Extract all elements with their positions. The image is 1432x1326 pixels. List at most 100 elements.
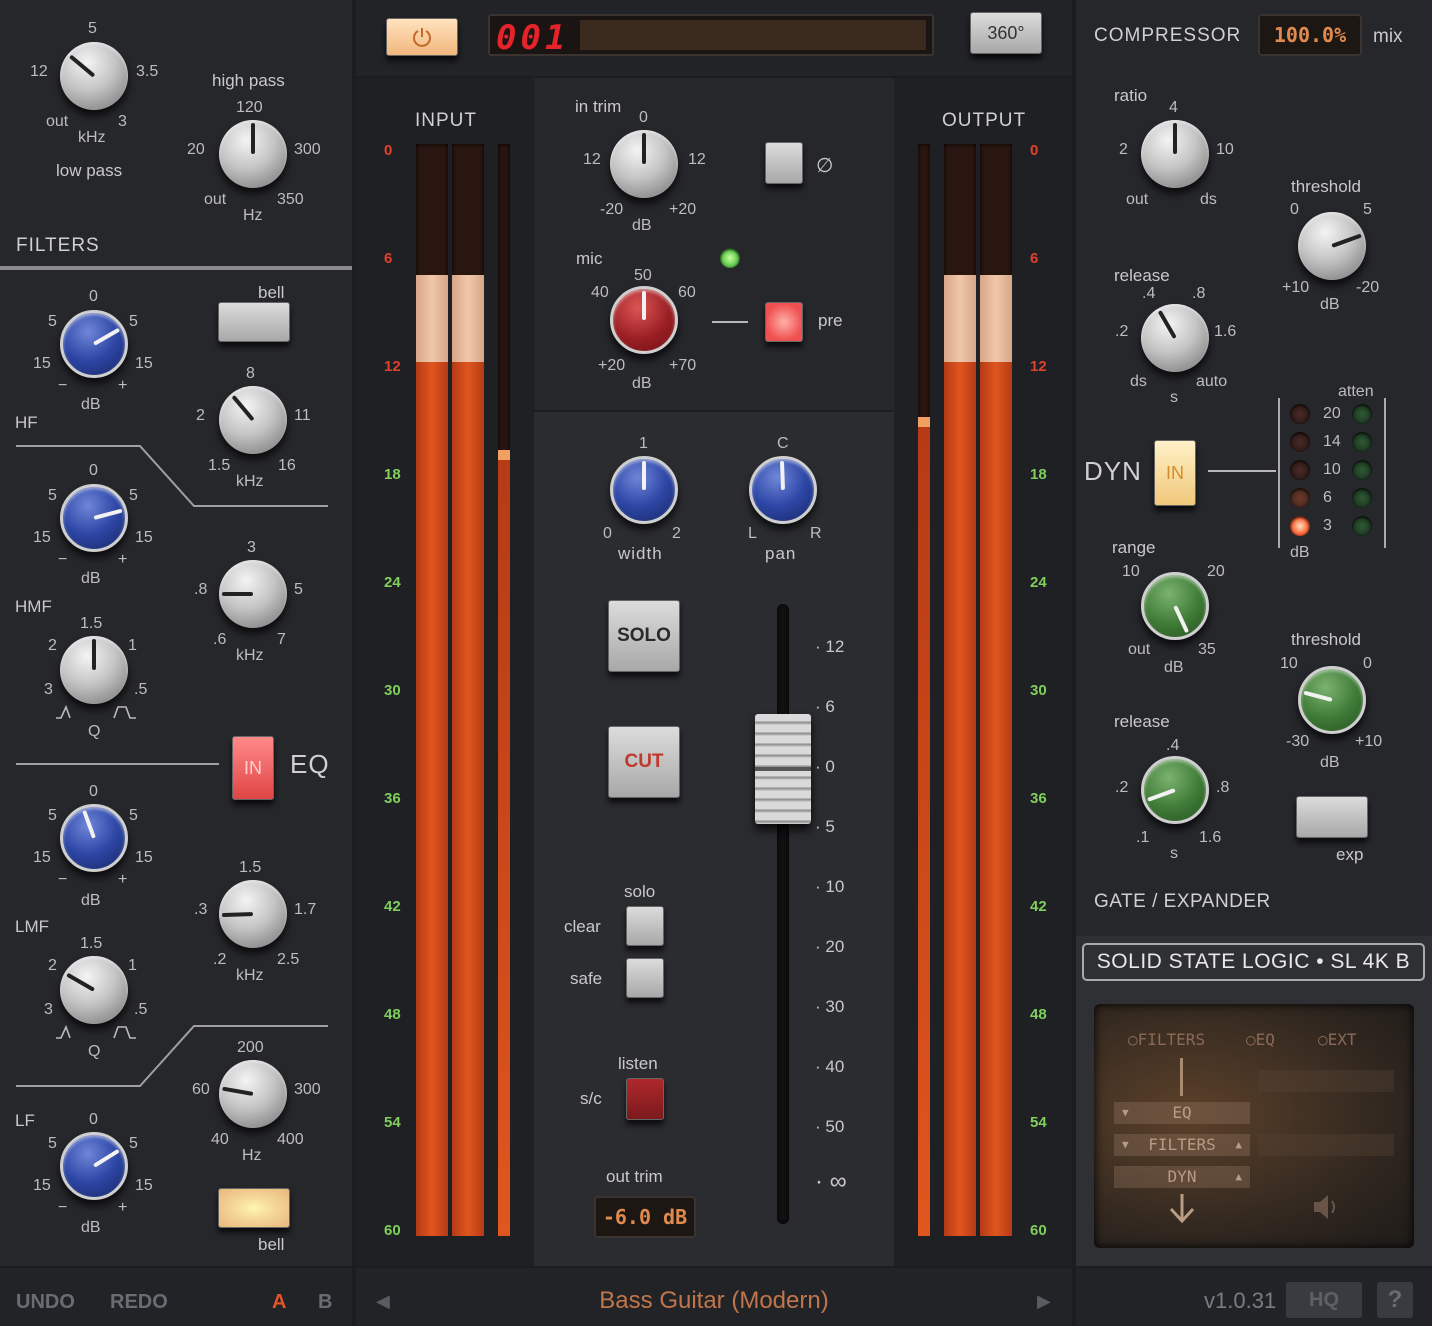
sidechain-listen-button[interactable] xyxy=(626,1078,664,1120)
routing-chain-filters[interactable]: ▼ FILTERS ▲ xyxy=(1114,1134,1250,1156)
dyn-in-button[interactable]: IN xyxy=(1154,440,1196,506)
routing-option-filters-label: FILTERS xyxy=(1137,1030,1206,1049)
lf-bell-label: bell xyxy=(258,1235,285,1254)
undo-button[interactable]: UNDO xyxy=(16,1292,75,1312)
lmf-gain-knob[interactable] xyxy=(60,804,128,872)
atten-led-green-6 xyxy=(1352,488,1372,508)
ab-a-button[interactable]: A xyxy=(272,1292,286,1312)
expander-button[interactable] xyxy=(1296,796,1368,838)
ab-b-button[interactable]: B xyxy=(318,1292,332,1312)
solo-group-label: solo xyxy=(624,882,656,901)
width-knob[interactable] xyxy=(610,456,678,524)
high-pass-tick-20: 20 xyxy=(187,141,205,158)
low-pass-tick-3: 3 xyxy=(118,113,127,130)
gate-release-tick-.8: .8 xyxy=(1216,779,1230,796)
solo-clear-button[interactable] xyxy=(626,906,664,946)
fader-handle[interactable] xyxy=(755,714,811,824)
filters-title: FILTERS xyxy=(16,235,100,256)
output-scale-12: 12 xyxy=(1030,358,1047,375)
width-tick-1: 1 xyxy=(639,435,648,452)
lf-bell-button[interactable] xyxy=(218,1188,290,1228)
hf-gain-knob[interactable] xyxy=(60,310,128,378)
ratio-knob[interactable] xyxy=(1141,120,1209,188)
hmf-q-knob[interactable] xyxy=(60,636,128,704)
lf-freq-unit: Hz xyxy=(242,1147,262,1164)
gate-threshold-tick-p10: +10 xyxy=(1355,733,1383,750)
fader-track[interactable] xyxy=(777,604,789,1224)
preset-prev-icon[interactable]: ◀ xyxy=(376,1292,390,1310)
gate-threshold-knob[interactable] xyxy=(1298,666,1366,734)
low-pass-label: low pass xyxy=(56,161,123,180)
routing-chain-dyn[interactable]: DYN ▲ xyxy=(1114,1166,1250,1188)
low-pass-knob[interactable] xyxy=(60,42,128,110)
lmf-q-knob[interactable] xyxy=(60,956,128,1024)
lmf-freq-knob[interactable] xyxy=(219,880,287,948)
pan-knob[interactable] xyxy=(749,456,817,524)
hq-button[interactable]: HQ xyxy=(1286,1282,1362,1318)
pre-button[interactable] xyxy=(765,302,803,342)
output-meter-right-peak xyxy=(980,275,1012,363)
mic-tick-50: 50 xyxy=(634,267,652,284)
lf-freq-knob[interactable] xyxy=(219,1060,287,1128)
hmf-freq-knob[interactable] xyxy=(219,560,287,628)
routing-flow-line xyxy=(1180,1058,1183,1096)
lmf-gain-unit: dB xyxy=(81,892,101,909)
lf-gain-knob[interactable] xyxy=(60,1132,128,1200)
power-button[interactable] xyxy=(386,18,458,56)
eq-in-button[interactable]: IN xyxy=(232,736,274,800)
preset-name[interactable]: Bass Guitar (Modern) xyxy=(560,1289,868,1313)
pan-label: pan xyxy=(765,544,797,563)
redo-button[interactable]: REDO xyxy=(110,1292,168,1312)
gate-range-knob[interactable] xyxy=(1141,572,1209,640)
cut-button[interactable]: CUT xyxy=(608,726,680,798)
routing-option-ext[interactable]: ○EXT xyxy=(1318,1030,1357,1049)
help-button[interactable]: ? xyxy=(1377,1282,1413,1318)
routing-option-eq[interactable]: ○EQ xyxy=(1246,1030,1275,1049)
hmf-q-tick-2: 2 xyxy=(48,637,57,654)
lmf-q-tick-1: 1 xyxy=(128,957,137,974)
routing-chain-eq[interactable]: ▼ EQ xyxy=(1114,1102,1250,1124)
routing-option-filters[interactable]: ○FILTERS xyxy=(1128,1030,1205,1049)
in-trim-knob[interactable] xyxy=(610,130,678,198)
atten-led-red-14 xyxy=(1290,432,1310,452)
hmf-freq-tick-3: 3 xyxy=(247,539,256,556)
preset-number: 001 xyxy=(496,18,570,58)
input-meter-left-peak xyxy=(416,275,448,363)
solo-button[interactable]: SOLO xyxy=(608,600,680,672)
lf-gain-tick-0: 0 xyxy=(89,1111,98,1128)
comp-release-knob[interactable] xyxy=(1141,304,1209,372)
atten-value-6: 6 xyxy=(1323,489,1332,506)
lf-gain-tick-5l: 5 xyxy=(48,1135,57,1152)
comp-threshold-knob[interactable] xyxy=(1298,212,1366,280)
routing-chain-bar-2 xyxy=(1258,1134,1394,1156)
routing-chain-filters-up-icon: ▲ xyxy=(1235,1138,1242,1151)
preset-next-icon[interactable]: ▶ xyxy=(1037,1292,1051,1310)
hmf-gain-knob[interactable] xyxy=(60,484,128,552)
width-label: width xyxy=(618,544,663,563)
in-trim-tick-p20: +20 xyxy=(669,201,697,218)
input-meter-right xyxy=(452,144,484,1236)
gate-threshold-tick-0: 0 xyxy=(1363,655,1372,672)
hmf-q-shape-icon xyxy=(56,704,136,719)
hmf-q-tick-1.5: 1.5 xyxy=(80,615,103,632)
hf-freq-tick-11: 11 xyxy=(294,407,311,424)
hf-bell-button[interactable] xyxy=(218,302,290,342)
gate-release-knob[interactable] xyxy=(1141,756,1209,824)
phase-invert-button[interactable] xyxy=(765,142,803,184)
compressor-title: COMPRESSOR xyxy=(1094,25,1242,46)
solo-clear-label: clear xyxy=(564,917,601,936)
atten-led-green-3 xyxy=(1352,516,1372,536)
atten-led-red-10 xyxy=(1290,460,1310,480)
mix-display[interactable]: 100.0% xyxy=(1258,14,1362,56)
mic-gain-knob[interactable] xyxy=(610,286,678,354)
high-pass-knob[interactable] xyxy=(219,120,287,188)
atten-led-green-14 xyxy=(1352,432,1372,452)
input-gr-fill xyxy=(498,449,510,1236)
view-360-button[interactable]: 360° xyxy=(970,12,1042,54)
channel-bottom-panel xyxy=(534,412,894,1266)
output-meter-left xyxy=(944,144,976,1236)
lmf-freq-tick-1.5: 1.5 xyxy=(239,859,262,876)
out-trim-display[interactable]: -6.0 dB xyxy=(594,1196,696,1238)
speaker-icon[interactable] xyxy=(1310,1192,1340,1222)
solo-safe-button[interactable] xyxy=(626,958,664,998)
